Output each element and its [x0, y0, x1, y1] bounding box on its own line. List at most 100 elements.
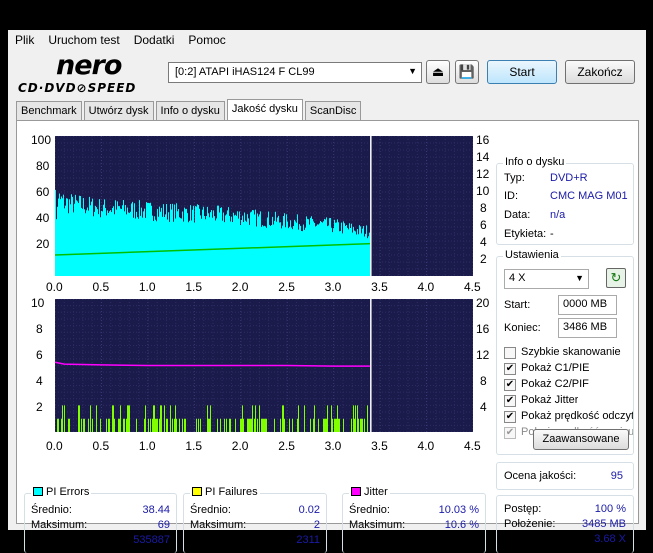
y-tick-right: 4 — [480, 235, 487, 249]
pi-failures-jitter-chart-svg — [54, 298, 474, 433]
x-tick: 2.0 — [231, 280, 249, 294]
y-tick: 10 — [31, 296, 45, 310]
x-tick: 0.5 — [92, 280, 110, 294]
pi-failures-group: PI Failures Średnio: 0.02 Maksimum: 2 Ca… — [183, 486, 327, 553]
drive-select[interactable]: [0:2] ATAPI iHAS124 F CL99 ▼ — [168, 62, 422, 83]
menu-file[interactable]: Plik — [8, 33, 41, 47]
po-errors-value: - — [475, 534, 479, 546]
quality-value: 95 — [610, 470, 623, 482]
pi-errors-chart — [54, 135, 474, 277]
y-tick-right: 10 — [476, 184, 490, 198]
y-tick: 100 — [31, 133, 52, 147]
x-tick: 1.5 — [185, 439, 203, 453]
progress-value: 100 % — [594, 503, 626, 515]
checkbox[interactable]: ✔ — [504, 411, 516, 423]
x-tick: 1.5 — [185, 280, 203, 294]
settings-title: Ustawienia — [503, 249, 561, 261]
x-tick: 3.5 — [371, 439, 388, 453]
app-window: Plik Uruchom test Dodatki Pomoc nero CD·… — [8, 30, 646, 553]
y-tick-right: 14 — [476, 150, 490, 164]
refresh-icon[interactable]: ↻ — [606, 268, 626, 288]
menu-help[interactable]: Pomoc — [181, 33, 232, 47]
labels-value: - — [550, 228, 554, 240]
x-tick: 1.0 — [138, 439, 156, 453]
type-label: Typ: — [504, 172, 525, 184]
date-value: n/a — [550, 209, 566, 221]
y-tick: 20 — [36, 237, 50, 251]
y-tick-right: 8 — [480, 374, 487, 388]
checkbox[interactable]: ✔ — [504, 363, 516, 375]
pi-errors-swatch — [33, 487, 43, 496]
y-tick: 60 — [36, 185, 50, 199]
y-tick: 2 — [36, 400, 43, 414]
pie-max-value: 69 — [157, 519, 170, 531]
pi-errors-group: PI Errors Średnio: 38.44 Maksimum: 69 Ca… — [24, 486, 177, 553]
pi-errors-title: PI Errors — [31, 486, 92, 498]
cd-dvd-speed-logo: CD·DVD⊘SPEED — [18, 81, 137, 95]
pif-avg-label: Średnio: — [190, 504, 231, 516]
menu-extras[interactable]: Dodatki — [127, 33, 182, 47]
pi-failures-title-text: PI Failures — [205, 486, 258, 498]
jitter-swatch — [351, 487, 361, 496]
toolbar: nero CD·DVD⊘SPEED [0:2] ATAPI iHAS124 F … — [8, 49, 646, 97]
tab-disc-quality[interactable]: Jakość dysku — [226, 99, 303, 121]
checkbox[interactable] — [504, 347, 516, 359]
y-tick: 4 — [36, 374, 43, 388]
tab-benchmark[interactable]: Benchmark — [16, 101, 82, 121]
eject-icon[interactable]: ⏏ — [426, 60, 450, 84]
pie-avg-value: 38.44 — [142, 504, 170, 516]
start-input[interactable]: 0000 MB — [558, 295, 617, 315]
pie-max-label: Maksimum: — [31, 519, 88, 531]
checkbox-label: Pokaż prędkość odczytu — [521, 410, 633, 422]
pie-total-value: 535887 — [133, 534, 170, 546]
x-tick: 0.0 — [46, 280, 63, 294]
x-tick: 2.0 — [231, 439, 249, 453]
y-tick-right: 16 — [476, 133, 490, 147]
checkbox[interactable]: ✔ — [504, 379, 516, 391]
settings-group: Ustawienia 4 X ▼ ↻ Start: 0000 MB Koniec:… — [496, 249, 634, 455]
tab-scandisc[interactable]: ScanDisc — [304, 101, 362, 121]
x-tick: 4.5 — [464, 280, 481, 294]
pif-max-label: Maksimum: — [190, 519, 247, 531]
y-tick-right: 16 — [476, 322, 490, 336]
tab-disc-info[interactable]: Info o dysku — [155, 101, 225, 121]
speed-select[interactable]: 4 X ▼ — [504, 269, 589, 289]
end-input[interactable]: 3486 MB — [558, 318, 617, 338]
jitter-avg-label: Średnio: — [349, 504, 390, 516]
x-tick: 3.0 — [324, 280, 342, 294]
x-tick: 0.0 — [46, 439, 63, 453]
y-tick-right: 4 — [480, 400, 487, 414]
end-button[interactable]: Zakończ — [565, 60, 635, 84]
chevron-down-icon: ▼ — [575, 273, 584, 283]
position-label: Położenie: — [504, 518, 556, 530]
labels-label: Etykieta: — [504, 228, 547, 240]
pif-total-value: 2311 — [296, 534, 320, 546]
pif-avg-value: 0.02 — [298, 504, 320, 516]
x-tick: 3.5 — [371, 280, 388, 294]
pi-errors-chart-svg — [54, 135, 474, 277]
pi-failures-swatch — [192, 487, 202, 496]
y-tick-right: 20 — [476, 296, 490, 310]
jitter-max-label: Maksimum: — [349, 519, 406, 531]
start-label: Start: — [504, 299, 531, 311]
x-tick: 1.0 — [138, 280, 156, 294]
jitter-group: Jitter Średnio: 10.03 % Maksimum: 10.6 %… — [342, 486, 486, 553]
jitter-title: Jitter — [349, 486, 390, 498]
x-tick: 4.0 — [417, 280, 435, 294]
save-icon[interactable]: 💾 — [455, 60, 479, 84]
y-tick: 40 — [36, 211, 50, 225]
id-value: CMC MAG M01 — [550, 190, 628, 202]
checkbox-label: Pokaż C1/PIE — [521, 362, 590, 374]
progress-group: Postęp: 100 % Położenie: 3485 MB Prędkoś… — [496, 495, 634, 553]
checkbox[interactable]: ✔ — [504, 395, 516, 407]
advanced-button[interactable]: Zaawansowane — [533, 429, 629, 450]
id-label: ID: — [504, 190, 519, 202]
menu-run-test[interactable]: Uruchom test — [41, 33, 126, 47]
start-button[interactable]: Start — [487, 60, 557, 84]
x-tick: 2.5 — [278, 280, 295, 294]
y-tick-right: 2 — [480, 252, 487, 266]
nero-logo: nero — [56, 50, 122, 81]
checkbox[interactable]: ✔ — [504, 427, 516, 439]
tab-create-disc[interactable]: Utwórz dysk — [83, 101, 154, 121]
quality-group: Ocena jakości: 95 — [496, 462, 634, 490]
